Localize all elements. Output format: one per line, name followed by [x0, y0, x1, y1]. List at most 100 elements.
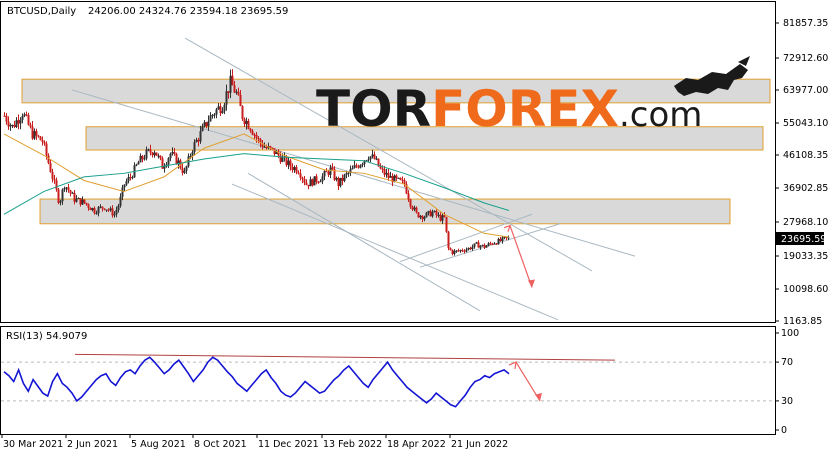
candle-body	[63, 188, 66, 190]
candle-body	[361, 163, 364, 165]
candle-body	[411, 206, 414, 210]
candle-body	[243, 118, 246, 125]
candle-body	[251, 130, 254, 135]
candle-body	[57, 189, 60, 203]
time-tick-label: 8 Oct 2021	[194, 439, 247, 450]
candle-body	[55, 180, 58, 190]
candle-body	[129, 177, 132, 179]
candle-body	[153, 152, 156, 156]
chart-svg: TORFOREX.com BTCUSD,Daily 24206.00 24324…	[0, 1, 828, 450]
candle-body	[395, 175, 398, 179]
candle-body	[213, 114, 216, 116]
candle-body	[431, 211, 434, 217]
chart-root: TORFOREX.com BTCUSD,Daily 24206.00 24324…	[0, 0, 828, 455]
candle-body	[33, 131, 36, 139]
candle-body	[345, 173, 348, 175]
candle-body	[455, 250, 458, 252]
price-tick-label: 36902.85	[783, 183, 828, 194]
candle-body	[145, 149, 148, 159]
candle-body	[147, 149, 150, 151]
candle-body	[489, 243, 492, 245]
candle-body	[181, 168, 184, 173]
candle-body	[9, 125, 12, 127]
candle-body	[425, 212, 428, 218]
candle-body	[463, 250, 466, 252]
candle-body	[215, 109, 218, 115]
candle-body	[45, 143, 48, 156]
candle-body	[103, 208, 106, 210]
candle-body	[339, 177, 342, 187]
price-tick-label: 1163.85	[783, 316, 822, 327]
candle-body	[39, 136, 42, 141]
price-tick-label: 63977.00	[783, 85, 828, 96]
candle-body	[193, 142, 196, 153]
time-tick-label: 11 Dec 2021	[258, 439, 319, 450]
candle-body	[453, 250, 456, 254]
candle-body	[387, 172, 390, 178]
candle-body	[65, 187, 68, 189]
candle-body	[219, 106, 222, 114]
candle-body	[421, 215, 424, 220]
candle-body	[239, 94, 242, 107]
rsi-tick-label: 0	[781, 425, 787, 436]
candle-body	[301, 177, 304, 180]
candle-body	[121, 187, 124, 197]
candle-body	[303, 179, 306, 183]
candle-body	[95, 213, 98, 215]
candle-body	[381, 168, 384, 170]
candle-body	[263, 146, 266, 148]
candle-body	[347, 172, 350, 174]
candle-body	[67, 187, 70, 191]
candle-body	[7, 121, 10, 127]
candle-body	[27, 114, 30, 125]
candle-body	[151, 152, 154, 156]
last-price-label: 23695.59	[781, 234, 826, 245]
candle-body	[225, 91, 228, 105]
candle-body	[223, 104, 226, 112]
candle-body	[75, 198, 78, 202]
candle-body	[23, 114, 26, 117]
candle-body	[473, 243, 476, 247]
candle-body	[167, 158, 170, 165]
candle-body	[97, 207, 100, 214]
candle-body	[155, 152, 158, 156]
candle-body	[409, 199, 412, 207]
candle-body	[247, 120, 250, 129]
time-tick-label: 18 Apr 2022	[387, 439, 446, 450]
candle-body	[31, 126, 34, 139]
candle-body	[399, 177, 402, 180]
rsi-axis: 100 70 30 0	[775, 328, 799, 436]
candle-body	[207, 121, 210, 127]
candle-body	[107, 209, 110, 211]
candle-body	[359, 164, 362, 168]
time-tick-label: 21 Jun 2022	[451, 439, 508, 450]
candle-body	[447, 231, 450, 249]
candle-body	[197, 139, 200, 142]
time-axis: 30 Mar 2021 2 Jun 2021 5 Aug 2021 8 Oct 202…	[1, 434, 508, 450]
candle-body	[351, 168, 354, 170]
candle-body	[175, 153, 178, 165]
candle-body	[157, 155, 160, 157]
candle-body	[15, 120, 18, 127]
candle-body	[227, 91, 230, 93]
candle-body	[343, 174, 346, 181]
candle-body	[445, 216, 448, 232]
candle-body	[137, 162, 140, 165]
candle-body	[401, 179, 404, 181]
candle-body	[35, 131, 38, 136]
candle-body	[469, 247, 472, 250]
candle-body	[173, 152, 176, 154]
candle-body	[281, 157, 284, 162]
candle-body	[183, 170, 186, 173]
candle-body	[353, 165, 356, 169]
candle-body	[231, 75, 234, 86]
candle-body	[429, 211, 432, 217]
candle-body	[135, 164, 138, 166]
candle-body	[127, 177, 130, 182]
candle-body	[115, 209, 118, 215]
resistance-zone	[39, 198, 731, 225]
candle-body	[19, 119, 22, 124]
candle-body	[25, 114, 28, 116]
candle-body	[139, 155, 142, 163]
candle-body	[91, 208, 94, 211]
